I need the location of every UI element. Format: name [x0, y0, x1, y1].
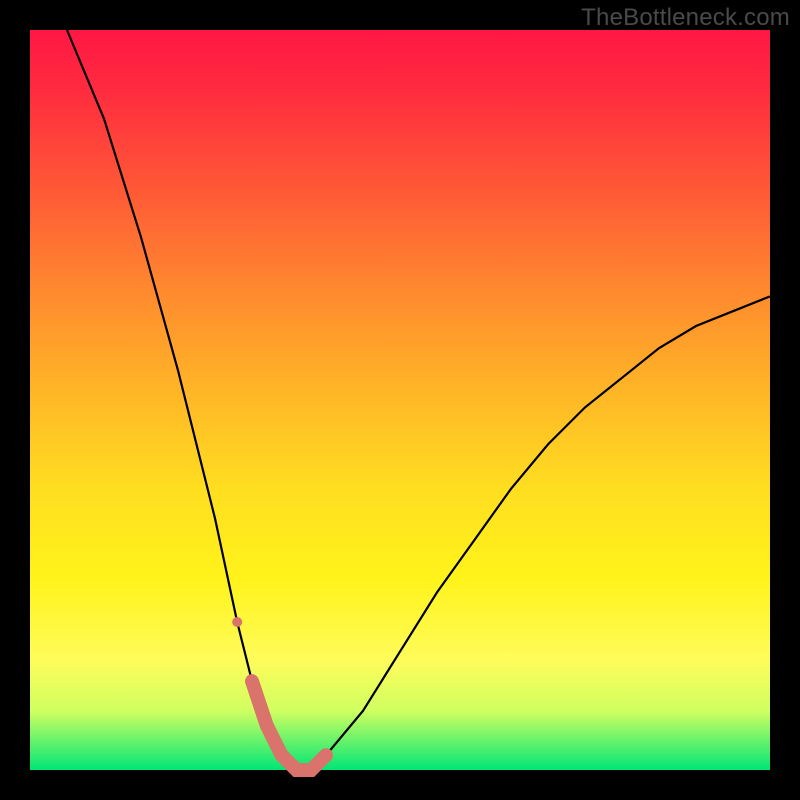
watermark-text: TheBottleneck.com	[581, 4, 790, 32]
bottleneck-trough-highlight	[252, 681, 326, 770]
bottleneck-trough-dot	[232, 617, 242, 627]
bottleneck-curve-line	[67, 30, 770, 770]
plot-area	[30, 30, 770, 770]
bottleneck-chart	[30, 30, 770, 770]
